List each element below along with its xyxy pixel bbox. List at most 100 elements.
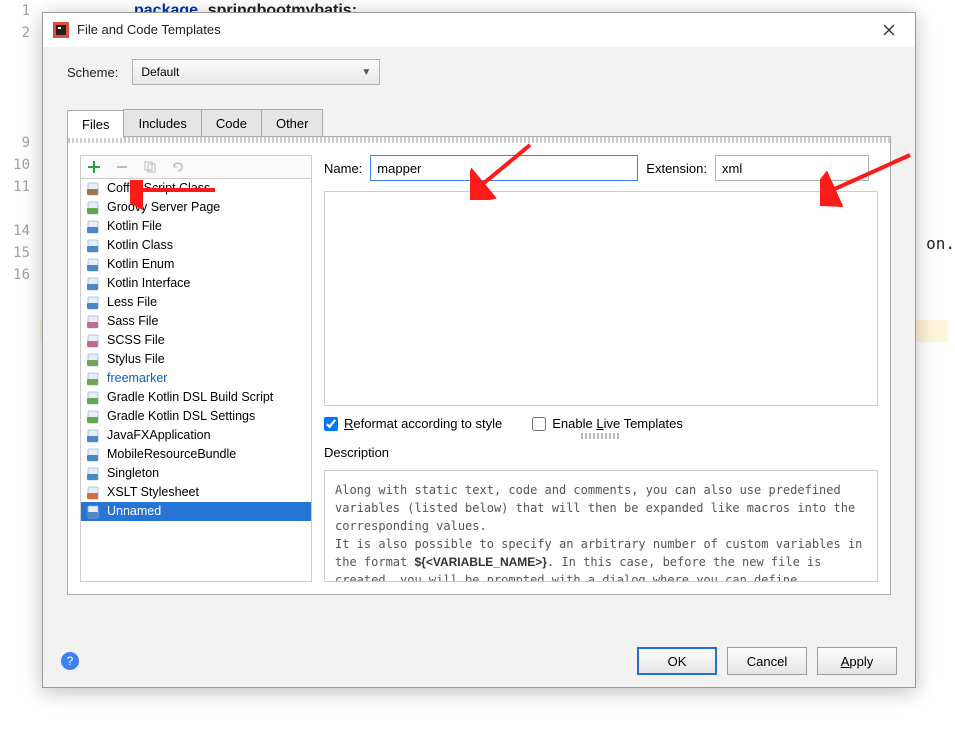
close-button[interactable] bbox=[873, 14, 905, 46]
tree-toolbar bbox=[80, 155, 312, 179]
template-item[interactable]: Less File bbox=[81, 293, 311, 312]
tabbar: FilesIncludesCodeOther bbox=[67, 109, 891, 137]
live-templates-checkbox-label[interactable]: Enable Live Templates bbox=[532, 416, 683, 431]
plus-icon bbox=[87, 160, 101, 174]
file-icon bbox=[87, 505, 102, 519]
close-icon bbox=[883, 24, 895, 36]
file-icon bbox=[87, 429, 102, 443]
gutter-line bbox=[0, 66, 40, 88]
template-item-label: Less File bbox=[107, 293, 157, 312]
template-item[interactable]: Singleton bbox=[81, 464, 311, 483]
right-column: Name: Extension: Reformat according to s… bbox=[324, 155, 878, 582]
gutter-line: 10 bbox=[0, 154, 40, 176]
template-item-label: Stylus File bbox=[107, 350, 165, 369]
template-item[interactable]: Unnamed bbox=[81, 502, 311, 521]
kotlin-icon bbox=[87, 239, 102, 253]
tab-code[interactable]: Code bbox=[201, 109, 262, 136]
live-templates-checkbox[interactable] bbox=[532, 417, 546, 431]
template-item-label: Sass File bbox=[107, 312, 158, 331]
name-input[interactable] bbox=[370, 155, 638, 181]
template-item[interactable]: SCSS File bbox=[81, 331, 311, 350]
tab-files[interactable]: Files bbox=[67, 110, 124, 138]
template-item-label: Singleton bbox=[107, 464, 159, 483]
dialog-title: File and Code Templates bbox=[77, 13, 873, 47]
template-item[interactable]: Kotlin Interface bbox=[81, 274, 311, 293]
template-item[interactable]: Kotlin Enum bbox=[81, 255, 311, 274]
kotlin-icon bbox=[87, 258, 102, 272]
app-icon bbox=[53, 22, 69, 38]
scheme-row: Scheme: Default ▼ bbox=[43, 47, 915, 85]
gutter-line: 16 bbox=[0, 264, 40, 286]
chevron-down-icon: ▼ bbox=[361, 67, 371, 78]
titlebar: File and Code Templates bbox=[43, 13, 915, 47]
template-item-label: CoffeeScript Class bbox=[107, 179, 210, 198]
template-item[interactable]: Kotlin Class bbox=[81, 236, 311, 255]
template-item[interactable]: freemarker bbox=[81, 369, 311, 388]
template-item-label: Kotlin File bbox=[107, 217, 162, 236]
template-item[interactable]: Gradle Kotlin DSL Settings bbox=[81, 407, 311, 426]
gradle-icon bbox=[87, 410, 102, 424]
live-templates-text: Enable Live Templates bbox=[552, 416, 683, 431]
copy-icon bbox=[143, 160, 157, 174]
ok-button[interactable]: OK bbox=[637, 647, 717, 675]
template-item[interactable]: Sass File bbox=[81, 312, 311, 331]
line-gutter: 1291011141516 bbox=[0, 0, 40, 286]
checkbox-row: Reformat according to style Enable Live … bbox=[324, 416, 878, 431]
template-item-label: XSLT Stylesheet bbox=[107, 483, 199, 502]
file-icon bbox=[87, 467, 102, 481]
template-item[interactable]: XSLT Stylesheet bbox=[81, 483, 311, 502]
template-item[interactable]: Stylus File bbox=[81, 350, 311, 369]
remove-template-button[interactable] bbox=[113, 158, 131, 176]
gutter-line bbox=[0, 88, 40, 110]
name-label: Name: bbox=[324, 161, 362, 176]
tab-includes[interactable]: Includes bbox=[123, 109, 201, 136]
template-item-label: Groovy Server Page bbox=[107, 198, 220, 217]
template-tree[interactable]: CoffeeScript ClassGroovy Server PageKotl… bbox=[80, 179, 312, 582]
file-icon bbox=[87, 448, 102, 462]
template-item[interactable]: Gradle Kotlin DSL Build Script bbox=[81, 388, 311, 407]
template-item-label: Gradle Kotlin DSL Build Script bbox=[107, 388, 273, 407]
refresh-icon bbox=[171, 160, 185, 174]
scheme-dropdown[interactable]: Default ▼ bbox=[132, 59, 380, 85]
template-item-label: Unnamed bbox=[107, 502, 161, 521]
name-extension-row: Name: Extension: bbox=[324, 155, 878, 181]
coffee-icon bbox=[87, 182, 102, 196]
description-label: Description bbox=[324, 445, 878, 460]
template-editor[interactable] bbox=[324, 191, 878, 406]
template-item-label: Kotlin Interface bbox=[107, 274, 190, 293]
partial-code: on. bbox=[926, 234, 955, 253]
template-item[interactable]: Groovy Server Page bbox=[81, 198, 311, 217]
help-button[interactable]: ? bbox=[61, 652, 79, 670]
sass-icon bbox=[87, 315, 102, 329]
kotlin-icon bbox=[87, 277, 102, 291]
copy-template-button[interactable] bbox=[141, 158, 159, 176]
template-item[interactable]: CoffeeScript Class bbox=[81, 179, 311, 198]
gutter-line bbox=[0, 198, 40, 220]
add-template-button[interactable] bbox=[85, 158, 103, 176]
gutter-line: 9 bbox=[0, 132, 40, 154]
template-item-label: Gradle Kotlin DSL Settings bbox=[107, 407, 255, 426]
template-item-label: SCSS File bbox=[107, 331, 165, 350]
scheme-value: Default bbox=[141, 65, 179, 79]
template-item[interactable]: JavaFXApplication bbox=[81, 426, 311, 445]
description-box: Along with static text, code and comment… bbox=[324, 470, 878, 582]
sass-icon bbox=[87, 334, 102, 348]
dialog-footer: ? OK Cancel Apply bbox=[43, 635, 915, 687]
gutter-line: 2 bbox=[0, 22, 40, 44]
template-item-label: MobileResourceBundle bbox=[107, 445, 236, 464]
extension-input[interactable] bbox=[715, 155, 869, 181]
cancel-button[interactable]: Cancel bbox=[727, 647, 807, 675]
gutter-line: 1 bbox=[0, 0, 40, 22]
template-item[interactable]: Kotlin File bbox=[81, 217, 311, 236]
scheme-label: Scheme: bbox=[67, 65, 118, 80]
template-item[interactable]: MobileResourceBundle bbox=[81, 445, 311, 464]
resize-grip[interactable] bbox=[581, 433, 621, 439]
reformat-checkbox-label[interactable]: Reformat according to style bbox=[324, 416, 502, 431]
apply-button[interactable]: Apply bbox=[817, 647, 897, 675]
reformat-text: Reformat according to style bbox=[344, 416, 502, 431]
gutter-line: 11 bbox=[0, 176, 40, 198]
reformat-checkbox[interactable] bbox=[324, 417, 338, 431]
refresh-button[interactable] bbox=[169, 158, 187, 176]
template-item-label: freemarker bbox=[107, 369, 167, 388]
tab-other[interactable]: Other bbox=[261, 109, 324, 136]
